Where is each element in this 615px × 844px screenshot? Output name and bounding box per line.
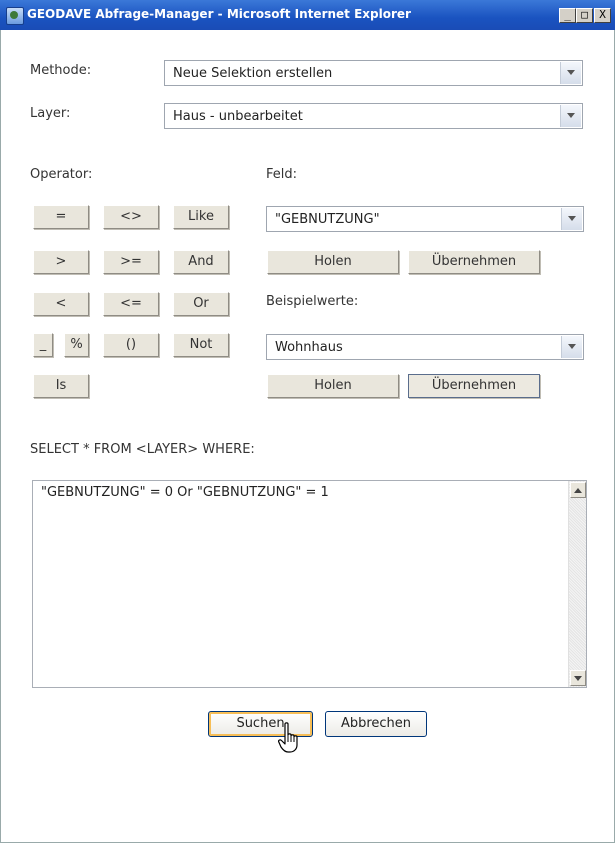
- hand-cursor-icon: [278, 722, 298, 753]
- scroll-up-icon[interactable]: [570, 482, 586, 498]
- minimize-button[interactable]: _: [559, 8, 576, 23]
- operator-percent-button[interactable]: %: [64, 333, 89, 357]
- operator-and-button[interactable]: And: [173, 250, 229, 274]
- operator-is-button[interactable]: Is: [33, 374, 89, 398]
- layer-select[interactable]: Haus - unbearbeitet: [164, 103, 583, 129]
- beispielwerte-uebernehmen-button[interactable]: Übernehmen: [408, 374, 540, 398]
- layer-select-value: Haus - unbearbeitet: [173, 109, 303, 124]
- operator-like-button[interactable]: Like: [173, 205, 229, 229]
- operator-less-equal-button[interactable]: <=: [103, 292, 159, 316]
- operator-equals-button[interactable]: =: [33, 205, 89, 229]
- scroll-down-icon[interactable]: [570, 670, 586, 686]
- operator-or-button[interactable]: Or: [173, 292, 229, 316]
- feld-holen-button[interactable]: Holen: [267, 250, 399, 274]
- beispielwerte-holen-button[interactable]: Holen: [267, 374, 399, 398]
- maximize-button[interactable]: □: [576, 8, 593, 23]
- operator-not-button[interactable]: Not: [173, 333, 229, 357]
- methode-select[interactable]: Neue Selektion erstellen: [164, 60, 583, 86]
- operator-underscore-button[interactable]: _: [33, 333, 53, 357]
- feld-uebernehmen-button[interactable]: Übernehmen: [408, 250, 540, 274]
- chevron-down-icon[interactable]: [561, 208, 582, 230]
- query-text: "GEBNUTZUNG" = 0 Or "GEBNUTZUNG" = 1: [41, 485, 329, 500]
- close-button[interactable]: X: [594, 8, 611, 23]
- chevron-down-icon[interactable]: [560, 62, 581, 84]
- cancel-button[interactable]: Abbrechen: [325, 711, 427, 737]
- methode-select-value: Neue Selektion erstellen: [173, 66, 333, 81]
- query-label: SELECT * FROM <LAYER> WHERE:: [30, 442, 255, 457]
- feld-select-value: "GEBNUTZUNG": [275, 212, 380, 227]
- operator-label: Operator:: [30, 167, 93, 182]
- title-bar: GEODAVE Abfrage-Manager - Microsoft Inte…: [0, 0, 615, 30]
- methode-label: Methode:: [30, 63, 92, 78]
- operator-not-equals-button[interactable]: <>: [103, 205, 159, 229]
- chevron-down-icon[interactable]: [560, 105, 581, 127]
- chevron-down-icon[interactable]: [561, 336, 582, 358]
- feld-label: Feld:: [266, 167, 298, 182]
- beispielwerte-label: Beispielwerte:: [266, 294, 359, 309]
- feld-select[interactable]: "GEBNUTZUNG": [266, 206, 584, 232]
- operator-less-button[interactable]: <: [33, 292, 89, 316]
- operator-parentheses-button[interactable]: (): [103, 333, 159, 357]
- query-textarea[interactable]: "GEBNUTZUNG" = 0 Or "GEBNUTZUNG" = 1: [32, 480, 587, 688]
- vertical-scrollbar[interactable]: [568, 481, 586, 687]
- internet-explorer-icon: [6, 7, 24, 25]
- operator-greater-equal-button[interactable]: >=: [103, 250, 159, 274]
- beispielwerte-select[interactable]: Wohnhaus: [266, 334, 584, 360]
- operator-greater-button[interactable]: >: [33, 250, 89, 274]
- layer-label: Layer:: [30, 106, 71, 121]
- beispielwerte-select-value: Wohnhaus: [275, 340, 343, 355]
- window-title: GEODAVE Abfrage-Manager - Microsoft Inte…: [27, 7, 411, 21]
